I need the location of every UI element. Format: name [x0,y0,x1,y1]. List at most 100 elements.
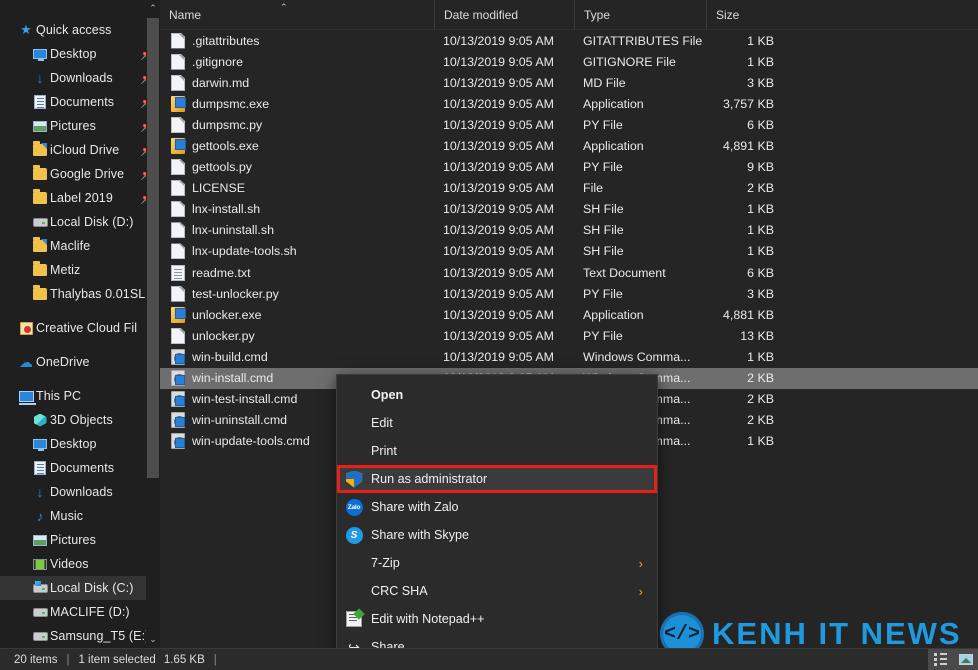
table-row[interactable]: dumpsmc.py 10/13/2019 9:05 AM PY File 6 KB [160,114,978,135]
sidebar-item-label: Documents [50,461,115,475]
sidebar-item-pictures[interactable]: Pictures [0,528,160,552]
sidebar-item-thalybas-0-01sl[interactable]: Thalybas 0.01SL [0,282,160,306]
table-row[interactable]: readme.txt 10/13/2019 9:05 AM Text Documen… [160,262,978,283]
sidebar-item-maclife-d[interactable]: MACLIFE (D:) [0,600,160,624]
creative-cloud-icon [19,321,33,335]
sidebar-item-label: Downloads [50,71,113,85]
sidebar-item-documents[interactable]: Documents📌 [0,90,160,114]
file-size-cell: 1 KB [747,244,774,259]
sidebar-item-icloud-drive[interactable]: iCloud Drive📌 [0,138,160,162]
sidebar-item-downloads[interactable]: ↓ Downloads [0,480,160,504]
sidebar-item-samsung-t5-e[interactable]: Samsung_T5 (E:) [0,624,160,648]
sidebar-item-videos[interactable]: Videos [0,552,160,576]
sidebar-item-3d-objects[interactable]: 3D Objects [0,408,160,432]
file-name-cell[interactable]: lnx-update-tools.sh [160,243,434,260]
sidebar-item-music[interactable]: ♪ Music [0,504,160,528]
sidebar-item-desktop[interactable]: Desktop📌 [0,42,160,66]
table-row[interactable]: unlocker.py 10/13/2019 9:05 AM PY File 13 K… [160,325,978,346]
sidebar-item-this-pc[interactable]: This PC [0,384,160,408]
file-type-exe-icon [171,95,186,112]
table-row[interactable]: lnx-uninstall.sh 10/13/2019 9:05 AM SH Fil… [160,220,978,241]
file-size-cell: 13 KB [740,328,774,343]
file-name-cell[interactable]: dumpsmc.py [160,116,434,133]
table-row[interactable]: test-unlocker.py 10/13/2019 9:05 AM PY Fil… [160,283,978,304]
details-view-button[interactable] [928,648,953,670]
file-name-cell[interactable]: readme.txt [160,264,434,281]
file-type-doc-icon [171,53,185,70]
menu-item-crc-sha[interactable]: CRC SHA › [337,577,657,605]
table-row[interactable]: dumpsmc.exe 10/13/2019 9:05 AM Application… [160,93,978,114]
menu-item-open[interactable]: Open [337,381,657,409]
file-name-cell[interactable]: gettools.py [160,159,434,176]
sidebar-item-maclife[interactable]: Maclife [0,234,160,258]
table-row[interactable]: gettools.py 10/13/2019 9:05 AM PY File 9 KB [160,157,978,178]
file-type-cmd-icon [171,391,185,408]
file-name-cell[interactable]: test-unlocker.py [160,285,434,302]
file-name-cell[interactable]: lnx-uninstall.sh [160,222,434,239]
sidebar-item-desktop[interactable]: Desktop [0,432,160,456]
column-header-name[interactable]: Name ⌃ [160,0,434,30]
sidebar-item-documents[interactable]: Documents [0,456,160,480]
file-name-cell[interactable]: unlocker.py [160,327,434,344]
file-type-cell: GITIGNORE File [583,54,676,69]
file-name-cell[interactable]: dumpsmc.exe [160,95,434,112]
column-header-type[interactable]: Type [574,0,706,30]
table-row[interactable]: unlocker.exe 10/13/2019 9:05 AM Applicatio… [160,304,978,325]
table-row[interactable]: .gitignore 10/13/2019 9:05 AM GITIGNORE Fi… [160,51,978,72]
table-row[interactable]: darwin.md 10/13/2019 9:05 AM MD File 3 KB [160,72,978,93]
sidebar-scrollbar[interactable]: ⌃ ⌄ [146,0,160,648]
table-row[interactable]: .gitattributes 10/13/2019 9:05 AM GITATTRI… [160,30,978,51]
column-header-date-modified[interactable]: Date modified [434,0,574,30]
sidebar-scroll-thumb[interactable] [147,18,159,478]
table-row[interactable]: lnx-update-tools.sh 10/13/2019 9:05 AM SH … [160,241,978,262]
file-name-label: win-update-tools.cmd [192,434,310,449]
file-name-cell[interactable]: LICENSE [160,180,434,197]
sidebar-item-local-disk-c[interactable]: Local Disk (C:) [0,576,160,600]
menu-item-print[interactable]: Print [337,437,657,465]
sidebar-item-google-drive[interactable]: Google Drive📌 [0,162,160,186]
sidebar-scroll-up-icon[interactable]: ⌃ [146,0,160,17]
folder-icon [33,189,47,204]
sidebar-item-label: Thalybas 0.01SL [50,287,146,301]
sidebar-item-pictures[interactable]: Pictures📌 [0,114,160,138]
file-name-cell[interactable]: unlocker.exe [160,306,434,323]
sidebar-item-downloads[interactable]: ↓Downloads📌 [0,66,160,90]
file-name-cell[interactable]: .gitignore [160,53,434,70]
menu-item-7-zip[interactable]: 7-Zip › [337,549,657,577]
file-date-cell: 10/13/2019 9:05 AM [443,349,554,364]
file-name-cell[interactable]: gettools.exe [160,138,434,155]
menu-item-label: Open [371,388,404,402]
column-header-size[interactable]: Size [706,0,788,30]
table-row[interactable]: gettools.exe 10/13/2019 9:05 AM Applicatio… [160,135,978,156]
file-name-cell[interactable]: win-build.cmd [160,348,434,365]
sidebar-item-label-2019[interactable]: Label 2019📌 [0,186,160,210]
file-date-cell: 10/13/2019 9:05 AM [443,75,554,90]
file-name-cell[interactable]: .gitattributes [160,32,434,49]
large-icons-view-button[interactable] [953,648,978,670]
details-view-icon [934,653,947,666]
menu-item-run-as-administrator[interactable]: Run as administrator [337,465,657,493]
file-type-doc-icon [171,243,185,260]
file-type-cell: Text Document [583,265,666,280]
sidebar-item-onedrive[interactable]: ☁ OneDrive [0,350,160,374]
sidebar-item-creative-cloud-fil[interactable]: Creative Cloud Fil [0,316,160,340]
table-row[interactable]: lnx-install.sh 10/13/2019 9:05 AM SH File 1… [160,199,978,220]
menu-item-edit-with-notepad[interactable]: Edit with Notepad++ [337,605,657,633]
notepadpp-icon [346,611,362,627]
sidebar-item-metiz[interactable]: Metiz [0,258,160,282]
sidebar-scroll-down-icon[interactable]: ⌄ [146,631,160,648]
file-name-cell[interactable]: darwin.md [160,74,434,91]
context-menu-items: Open Edit Print Run as administrator Zalo Sha… [337,375,657,670]
menu-item-share-with-skype[interactable]: S Share with Skype [337,521,657,549]
sidebar-item-label: Pictures [50,119,96,133]
sidebar-item-quick-access[interactable]: ★ Quick access [0,18,160,42]
menu-item-label: 7-Zip [371,556,400,570]
menu-item-edit[interactable]: Edit [337,409,657,437]
table-row[interactable]: win-build.cmd 10/13/2019 9:05 AM Windows C… [160,346,978,367]
file-name-label: lnx-install.sh [192,202,261,217]
table-row[interactable]: LICENSE 10/13/2019 9:05 AM File 2 KB [160,178,978,199]
menu-item-share-with-zalo[interactable]: Zalo Share with Zalo [337,493,657,521]
sidebar-item-local-disk-d[interactable]: Local Disk (D:) [0,210,160,234]
file-name-cell[interactable]: lnx-install.sh [160,201,434,218]
sidebar-item-label: OneDrive [36,355,90,369]
